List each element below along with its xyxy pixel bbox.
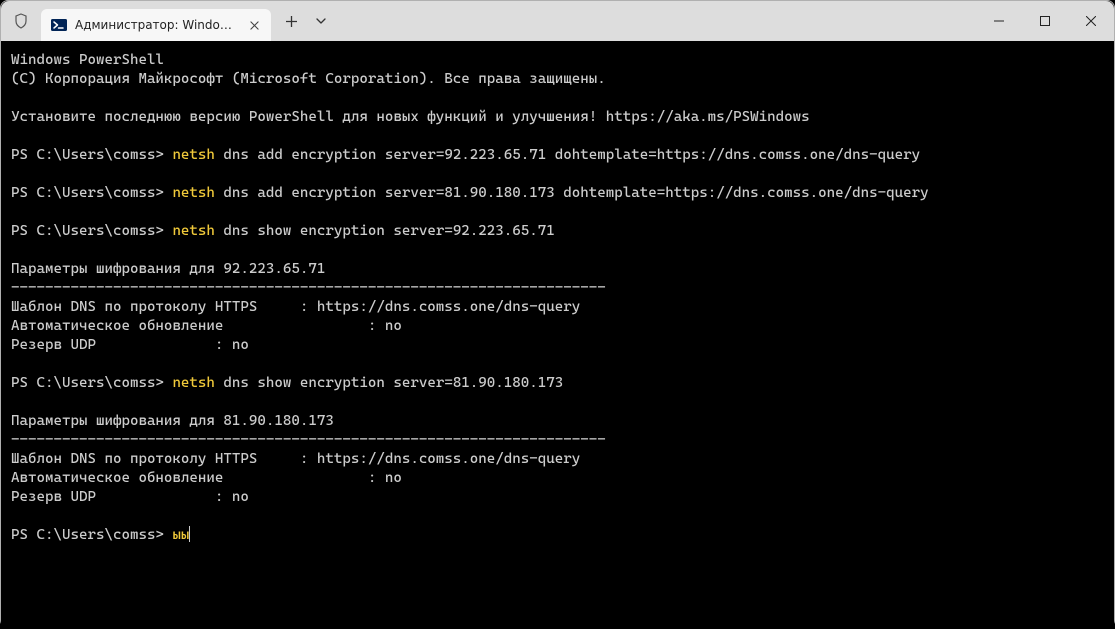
close-window-button[interactable] xyxy=(1068,1,1114,41)
terminal-line: ----------------------------------------… xyxy=(11,431,1104,450)
command-token: netsh xyxy=(172,375,214,391)
terminal-line xyxy=(11,89,1104,108)
new-tab-button[interactable] xyxy=(277,7,305,35)
tab-dropdown-button[interactable] xyxy=(307,7,335,35)
cursor xyxy=(189,526,190,542)
terminal-line: PS C:\Users\comss> netsh dns add encrypt… xyxy=(11,184,1104,203)
close-tab-button[interactable] xyxy=(245,16,263,34)
terminal-line xyxy=(11,507,1104,526)
minimize-button[interactable] xyxy=(976,1,1022,41)
terminal-line: Резерв UDP : no xyxy=(11,336,1104,355)
terminal-line: Параметры шифрования для 81.90.180.173 xyxy=(11,412,1104,431)
terminal-line: Windows PowerShell xyxy=(11,51,1104,70)
terminal-line: Установите последнюю версию PowerShell д… xyxy=(11,108,1104,127)
terminal-line: PS C:\Users\comss> ыы xyxy=(11,526,1104,545)
terminal-line: PS C:\Users\comss> netsh dns show encryp… xyxy=(11,374,1104,393)
terminal-line: ----------------------------------------… xyxy=(11,279,1104,298)
window-controls xyxy=(976,1,1114,41)
maximize-button[interactable] xyxy=(1022,1,1068,41)
terminal-line xyxy=(11,127,1104,146)
terminal-line xyxy=(11,393,1104,412)
terminal-line: Параметры шифрования для 92.223.65.71 xyxy=(11,260,1104,279)
shield-icon xyxy=(1,1,41,41)
terminal-line: Автоматическое обновление : no xyxy=(11,469,1104,488)
terminal-line: Шаблон DNS по протоколу HTTPS : https://… xyxy=(11,298,1104,317)
terminal-line xyxy=(11,203,1104,222)
powershell-icon xyxy=(51,17,67,33)
terminal-line xyxy=(11,355,1104,374)
terminal-line xyxy=(11,241,1104,260)
window-titlebar: Администратор: Windows Po xyxy=(1,1,1114,41)
tab-active[interactable]: Администратор: Windows Po xyxy=(41,9,271,41)
terminal-line: Шаблон DNS по протоколу HTTPS : https://… xyxy=(11,450,1104,469)
command-token: netsh xyxy=(172,185,214,201)
terminal-line: (C) Корпорация Майкрософт (Microsoft Cor… xyxy=(11,70,1104,89)
command-token: netsh xyxy=(172,223,214,239)
terminal-line: PS C:\Users\comss> netsh dns add encrypt… xyxy=(11,146,1104,165)
command-token: ыы xyxy=(172,527,189,543)
terminal-line xyxy=(11,165,1104,184)
command-token: netsh xyxy=(172,147,214,163)
terminal-line: PS C:\Users\comss> netsh dns show encryp… xyxy=(11,222,1104,241)
terminal-output[interactable]: Windows PowerShell(C) Корпорация Майкрос… xyxy=(1,41,1114,629)
terminal-line: Автоматическое обновление : no xyxy=(11,317,1104,336)
tab-title: Администратор: Windows Po xyxy=(75,18,239,32)
terminal-line: Резерв UDP : no xyxy=(11,488,1104,507)
